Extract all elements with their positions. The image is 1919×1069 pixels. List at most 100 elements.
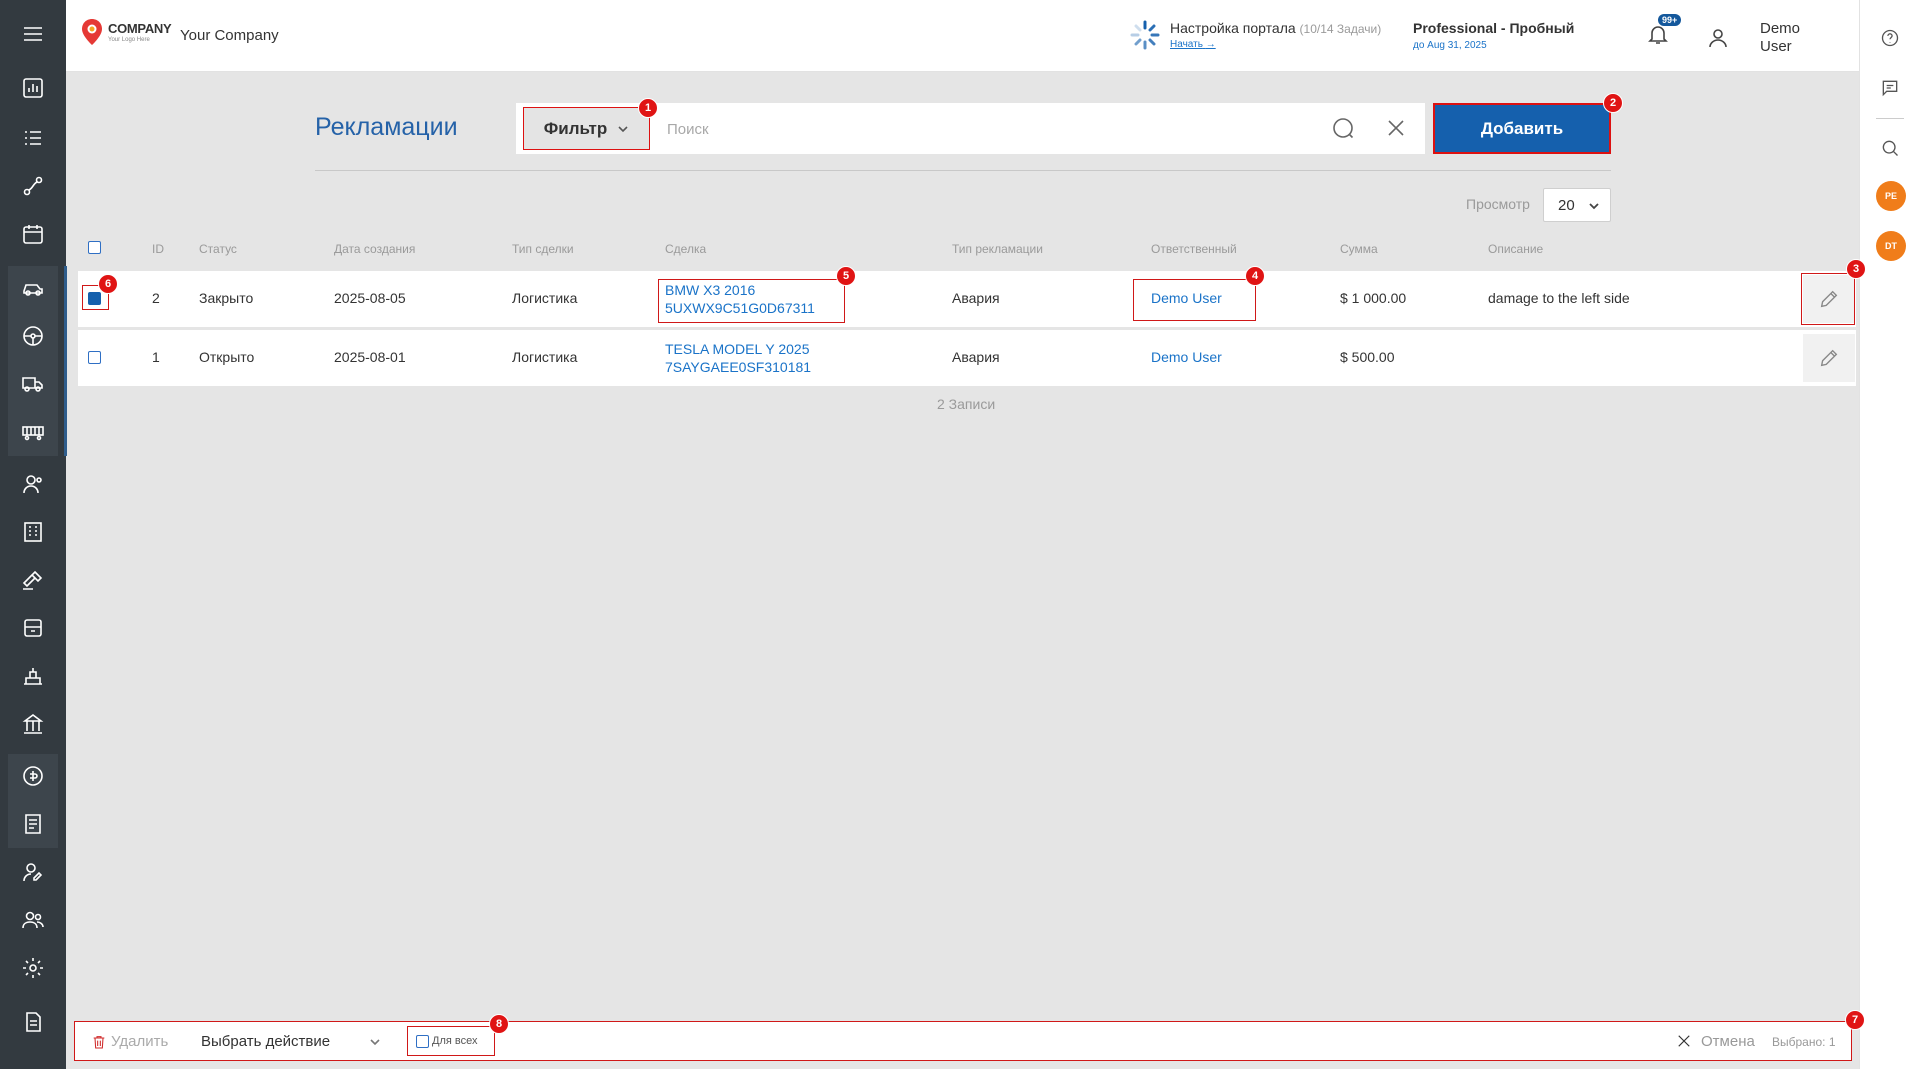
user-avatar-pe[interactable]: PE bbox=[1876, 181, 1906, 211]
close-icon bbox=[1678, 1035, 1690, 1047]
page-title: Рекламации bbox=[315, 113, 458, 141]
col-header-id[interactable]: ID bbox=[152, 242, 164, 256]
user-avatar[interactable] bbox=[1706, 26, 1730, 55]
col-header-claim-type[interactable]: Тип рекламации bbox=[952, 242, 1043, 256]
view-label: Просмотр bbox=[1466, 196, 1530, 212]
annotation-marker-6: 6 bbox=[98, 274, 118, 294]
logo-pin-icon bbox=[82, 19, 102, 45]
cancel-selection-button[interactable]: Отмена bbox=[1675, 1032, 1755, 1050]
plan-name: Professional - Пробный bbox=[1413, 20, 1575, 36]
annotation-frame-edit bbox=[1801, 273, 1855, 325]
company-logo[interactable]: COMPANY Your Logo Here bbox=[80, 18, 172, 46]
subscription-plan[interactable]: Professional - Пробный до Aug 31, 2025 bbox=[1413, 20, 1574, 51]
clear-search-icon[interactable] bbox=[1384, 116, 1408, 145]
row-id: 2 bbox=[152, 290, 160, 306]
row-created: 2025-08-05 bbox=[334, 290, 406, 306]
annotation-frame-deal bbox=[658, 279, 845, 323]
add-button[interactable]: Добавить bbox=[1433, 103, 1611, 154]
user-edit-icon[interactable] bbox=[8, 852, 58, 892]
row-checkbox[interactable] bbox=[88, 351, 101, 364]
annotation-marker-7: 7 bbox=[1845, 1010, 1865, 1030]
team-icon[interactable] bbox=[8, 900, 58, 940]
user-avatar-dt[interactable]: DT bbox=[1876, 231, 1906, 261]
delete-label: Удалить bbox=[111, 1033, 169, 1050]
portal-setup[interactable]: Настройка портала (10/14 Задачи) Начать … bbox=[1130, 20, 1381, 50]
invoice-icon[interactable] bbox=[8, 804, 58, 844]
settings-gear-icon[interactable] bbox=[8, 948, 58, 988]
car-icon[interactable] bbox=[8, 268, 58, 308]
menu-hamburger-icon[interactable] bbox=[8, 14, 58, 54]
setup-title: Настройка портала bbox=[1170, 20, 1296, 36]
auction-hammer-icon[interactable] bbox=[8, 560, 58, 600]
customs-icon[interactable] bbox=[8, 704, 58, 744]
trash-icon bbox=[93, 1035, 105, 1049]
row-deal-type: Логистика bbox=[512, 349, 578, 365]
apply-to-all-checkbox[interactable] bbox=[416, 1035, 429, 1048]
truck-icon[interactable] bbox=[8, 364, 58, 404]
col-header-responsible[interactable]: Ответственный bbox=[1151, 242, 1237, 256]
edit-row-button[interactable] bbox=[1803, 334, 1855, 382]
apply-to-all-toggle[interactable]: Для всех bbox=[407, 1026, 495, 1056]
setup-task-count: (10/14 Задачи) bbox=[1299, 22, 1382, 36]
row-responsible-link[interactable]: Demo User bbox=[1151, 349, 1222, 365]
logo-tagline: Your Logo Here bbox=[108, 36, 150, 43]
row-amount: $ 1 000.00 bbox=[1340, 290, 1407, 306]
row-id: 1 bbox=[152, 349, 160, 365]
help-icon[interactable] bbox=[1880, 28, 1902, 50]
col-header-status[interactable]: Статус bbox=[199, 242, 237, 256]
dashboard-icon[interactable] bbox=[8, 68, 58, 108]
records-count: 2 Записи bbox=[937, 396, 996, 412]
contacts-icon[interactable] bbox=[8, 464, 58, 504]
col-header-created[interactable]: Дата создания bbox=[334, 242, 415, 256]
col-header-description[interactable]: Описание bbox=[1488, 242, 1543, 256]
select-all-checkbox[interactable] bbox=[88, 241, 101, 254]
col-header-deal-type[interactable]: Тип сделки bbox=[512, 242, 574, 256]
setup-start-link[interactable]: Начать bbox=[1170, 39, 1203, 50]
page-size-select[interactable]: 20 bbox=[1543, 188, 1611, 222]
filter-button[interactable]: Фильтр bbox=[523, 107, 650, 150]
container-icon[interactable] bbox=[8, 412, 58, 452]
left-sidebar bbox=[0, 0, 67, 1069]
row-description: damage to the left side bbox=[1488, 290, 1630, 306]
plan-expiry: до Aug 31, 2025 bbox=[1413, 40, 1487, 51]
setup-progress-icon bbox=[1130, 20, 1160, 50]
annotation-marker-3: 3 bbox=[1846, 259, 1866, 279]
pipeline-icon[interactable] bbox=[8, 166, 58, 206]
row-status: Открыто bbox=[199, 349, 255, 365]
building-icon[interactable] bbox=[8, 512, 58, 552]
page-size-value: 20 bbox=[1558, 196, 1575, 214]
annotation-marker-8: 8 bbox=[489, 1014, 509, 1034]
bulk-action-bar: Удалить Выбрать действие Для всех Отмена… bbox=[74, 1021, 1852, 1061]
filter-label: Фильтр bbox=[543, 118, 608, 138]
document-icon[interactable] bbox=[8, 1002, 58, 1042]
delete-button[interactable]: Удалить bbox=[91, 1033, 168, 1050]
chat-icon[interactable] bbox=[1880, 78, 1902, 100]
annotation-frame-responsible bbox=[1133, 279, 1256, 321]
company-name: Your Company bbox=[180, 27, 279, 44]
user-name[interactable]: Demo User bbox=[1760, 20, 1820, 56]
row-created: 2025-08-01 bbox=[334, 349, 406, 365]
deal-vin: 7SAYGAEE0SF310181 bbox=[665, 359, 812, 375]
annotation-marker-4: 4 bbox=[1245, 266, 1265, 286]
bulk-action-value: Выбрать действие bbox=[201, 1033, 331, 1050]
active-group-indicator bbox=[64, 266, 67, 456]
search-icon[interactable] bbox=[1880, 138, 1902, 160]
finance-icon[interactable] bbox=[8, 756, 58, 796]
col-header-amount[interactable]: Сумма bbox=[1340, 242, 1378, 256]
row-deal-link[interactable]: TESLA MODEL Y 2025 7SAYGAEE0SF310181 bbox=[665, 340, 811, 376]
notifications-button[interactable]: 99+ bbox=[1646, 14, 1682, 52]
bulk-action-select[interactable]: Выбрать действие bbox=[201, 1033, 381, 1050]
search-submit-icon[interactable] bbox=[1331, 116, 1355, 145]
col-header-deal[interactable]: Сделка bbox=[665, 242, 706, 256]
steering-wheel-icon[interactable] bbox=[8, 316, 58, 356]
annotation-marker-2: 2 bbox=[1603, 93, 1623, 113]
search-input[interactable] bbox=[665, 112, 1325, 146]
chevron-down-icon bbox=[618, 125, 628, 132]
row-status: Закрыто bbox=[199, 290, 254, 306]
tasks-list-icon[interactable] bbox=[8, 118, 58, 158]
warehouse-icon[interactable] bbox=[8, 656, 58, 696]
notification-badge: 99+ bbox=[1658, 14, 1682, 26]
inventory-icon[interactable] bbox=[8, 608, 58, 648]
calendar-icon[interactable] bbox=[8, 214, 58, 254]
annotation-marker-1: 1 bbox=[638, 98, 658, 118]
